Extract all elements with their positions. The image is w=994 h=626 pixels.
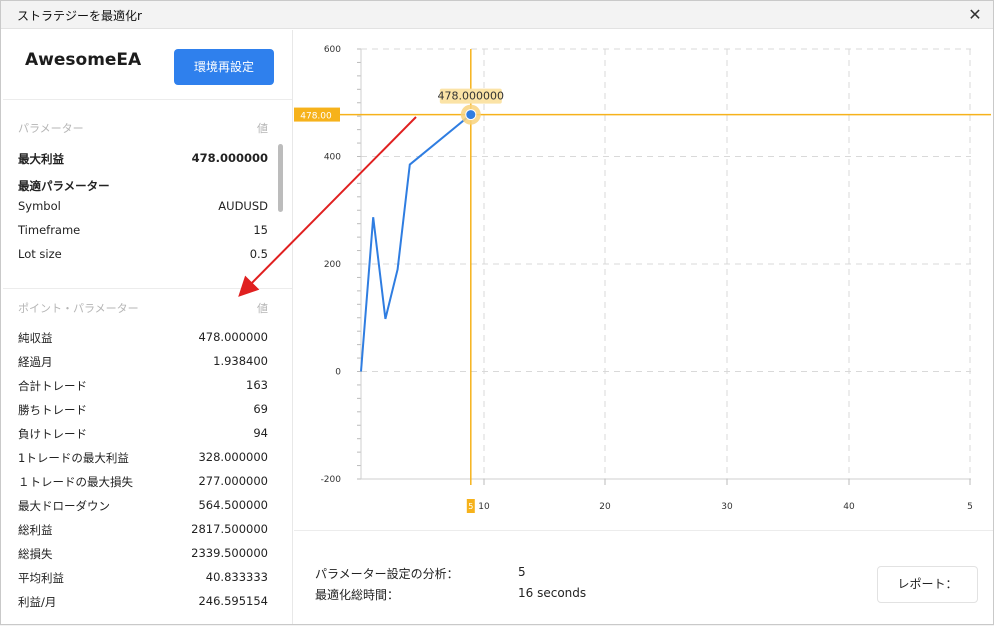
total-time-value: 16 seconds <box>518 586 587 600</box>
series-line <box>360 113 472 372</box>
stat-row: 平均利益 40.833333 <box>18 570 268 588</box>
stat-label: 最大ドローダウン <box>18 499 110 513</box>
stat-value: 163 <box>246 378 268 392</box>
stat-value: 69 <box>253 402 268 416</box>
stat-value: 478.000000 <box>198 330 268 344</box>
y-tick-label: 400 <box>324 153 341 163</box>
report-button[interactable]: レポート： <box>877 566 978 603</box>
param-label: Symbol <box>18 199 61 213</box>
stat-label: 1トレードの最大利益 <box>18 451 129 465</box>
y-tick-label: 0 <box>335 368 341 378</box>
title-bar: ストラテジーを最適化r ✕ <box>1 1 993 29</box>
param-value: 15 <box>253 223 268 237</box>
stat-value: 94 <box>253 426 268 440</box>
stat-label: 経過月 <box>18 355 53 369</box>
stat-row: 負けトレード 94 <box>18 426 268 444</box>
stat-row: 合計トレード 163 <box>18 378 268 396</box>
highlight-point <box>465 109 477 121</box>
params-scrollbar[interactable] <box>278 144 283 212</box>
stat-label: 総損失 <box>18 547 53 561</box>
max-profit-label: 最大利益 <box>18 152 64 166</box>
stat-value: 40.833333 <box>205 570 268 584</box>
x-tick-label: 40 <box>843 502 855 512</box>
stat-row: 利益/月 246.595154 <box>18 594 268 612</box>
params-header: パラメーター 値 <box>18 120 268 136</box>
stat-row: 経過月 1.938400 <box>18 354 268 372</box>
analyzed-value: 5 <box>518 565 526 579</box>
results-header: AwesomeEA 環境再設定 <box>3 30 292 100</box>
crosshair-x-label: 5 <box>468 502 473 511</box>
y-tick-label: 200 <box>324 260 341 270</box>
stat-value: 277.000000 <box>198 474 268 488</box>
stat-row: 純収益 478.000000 <box>18 330 268 348</box>
stat-row: 総利益 2817.500000 <box>18 522 268 540</box>
point-tooltip-label: 478.000000 <box>438 90 504 103</box>
ea-name: AwesomeEA <box>25 50 142 70</box>
stat-row: １トレードの最大損失 277.000000 <box>18 474 268 492</box>
x-tick-label: 30 <box>721 502 733 512</box>
stat-label: 勝ちトレード <box>18 403 87 417</box>
stat-row: 総損失 2339.500000 <box>18 546 268 564</box>
x-tick-label: 20 <box>599 502 611 512</box>
stat-label: 平均利益 <box>18 571 64 585</box>
param-row: Timeframe 15 <box>18 223 268 241</box>
crosshair-y-label: 478.00 <box>300 112 332 122</box>
stat-row: 1トレードの最大利益 328.000000 <box>18 450 268 468</box>
footer-divider <box>294 530 993 531</box>
stat-value: 2339.500000 <box>191 546 268 560</box>
params-header-label: パラメーター <box>18 122 84 135</box>
stat-value: 564.500000 <box>198 498 268 512</box>
reset-environment-button[interactable]: 環境再設定 <box>174 49 274 85</box>
analyzed-label: パラメーター設定の分析： <box>315 567 459 581</box>
point-params-header-value-label: 値 <box>257 302 268 315</box>
point-params-header: ポイント・パラメーター 値 <box>18 300 268 316</box>
stat-label: 利益/月 <box>18 595 57 609</box>
best-params-label: 最適パラメーター <box>18 179 110 193</box>
max-profit-value: 478.000000 <box>191 151 268 165</box>
point-params-header-label: ポイント・パラメーター <box>18 302 139 315</box>
max-profit-row: 最大利益 478.000000 <box>18 151 268 169</box>
y-tick-label: -200 <box>321 475 342 485</box>
window-title: ストラテジーを最適化r <box>17 9 142 23</box>
params-header-value-label: 値 <box>257 122 268 135</box>
x-tick-label: 10 <box>478 502 490 512</box>
stat-row: 最大ドローダウン 564.500000 <box>18 498 268 516</box>
stat-label: 純収益 <box>18 331 53 345</box>
stat-value: 1.938400 <box>213 354 268 368</box>
param-row: Symbol AUDUSD <box>18 199 268 217</box>
stat-label: 合計トレード <box>18 379 87 393</box>
stat-label: 総利益 <box>18 523 53 537</box>
x-tick-label: 5 <box>967 502 973 512</box>
section-divider <box>3 288 292 289</box>
y-tick-label: 600 <box>324 45 341 55</box>
stat-value: 2817.500000 <box>191 522 268 536</box>
stat-value: 328.000000 <box>198 450 268 464</box>
profit-chart-svg: 600 400 200 0 -200 10 20 30 40 5 478.00 5 478.000000 <box>294 45 991 513</box>
param-label: Lot size <box>18 247 62 261</box>
stat-value: 246.595154 <box>198 594 268 608</box>
total-time-label: 最適化総時間： <box>315 588 400 602</box>
param-value: AUDUSD <box>218 199 268 213</box>
param-value: 0.5 <box>249 247 268 261</box>
results-panel: AwesomeEA 環境再設定 パラメーター 値 最大利益 478.000000… <box>3 30 293 624</box>
profit-chart[interactable]: 600 400 200 0 -200 10 20 30 40 5 478.00 5 478.000000 <box>294 30 993 530</box>
optimize-strategy-window: ストラテジーを最適化r ✕ AwesomeEA 環境再設定 パラメーター 値 最… <box>0 0 994 625</box>
stat-label: 負けトレード <box>18 427 87 441</box>
param-row: Lot size 0.5 <box>18 247 268 265</box>
stat-row: 勝ちトレード 69 <box>18 402 268 420</box>
close-icon[interactable]: ✕ <box>965 5 985 25</box>
stat-label: １トレードの最大損失 <box>18 475 133 489</box>
chart-panel: 600 400 200 0 -200 10 20 30 40 5 478.00 5 478.000000… <box>294 30 993 624</box>
best-params-row: 最適パラメーター <box>18 178 268 196</box>
param-label: Timeframe <box>18 223 81 237</box>
